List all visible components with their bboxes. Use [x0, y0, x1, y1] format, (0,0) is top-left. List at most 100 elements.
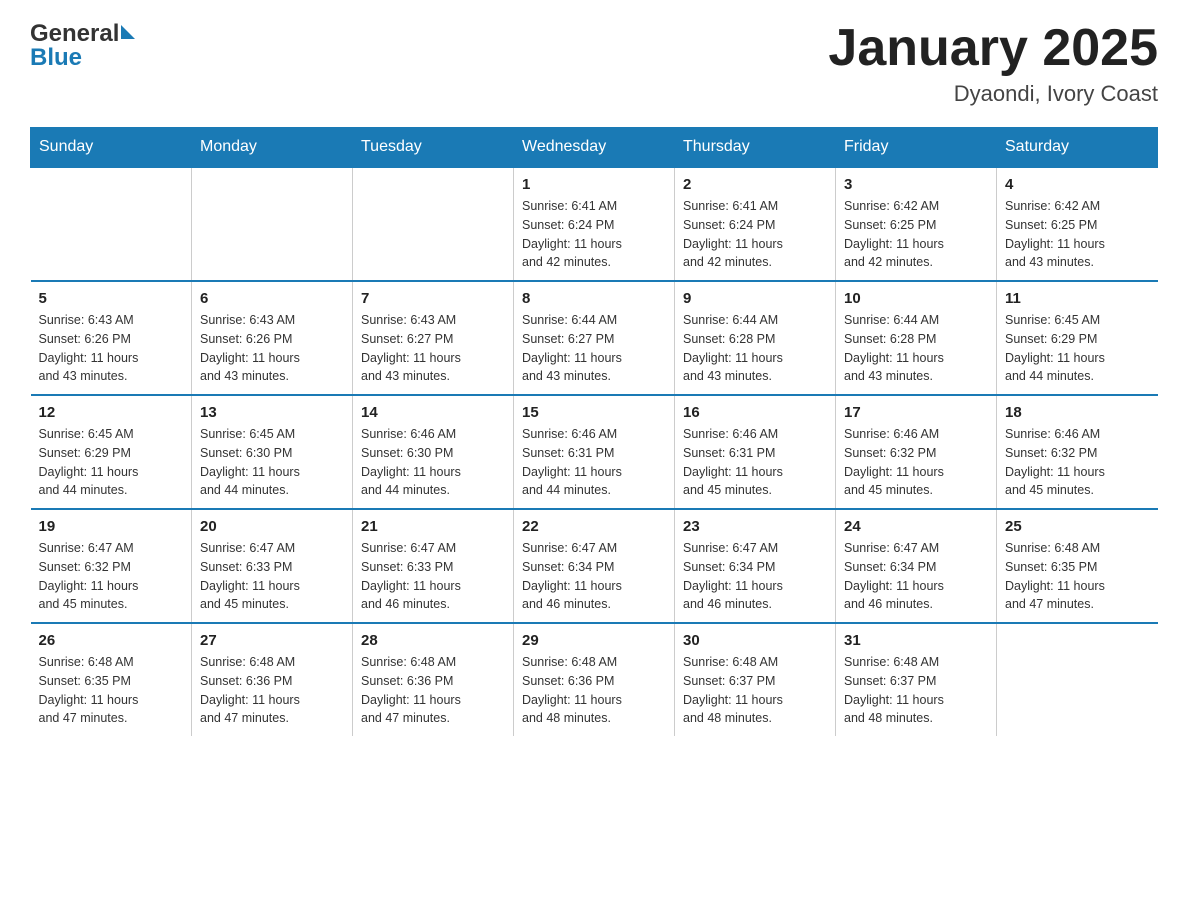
day-info: Sunrise: 6:48 AMSunset: 6:36 PMDaylight:… — [361, 653, 505, 728]
day-info: Sunrise: 6:45 AMSunset: 6:29 PMDaylight:… — [39, 425, 184, 500]
calendar-title: January 2025 — [828, 20, 1158, 77]
day-info: Sunrise: 6:47 AMSunset: 6:34 PMDaylight:… — [522, 539, 666, 614]
day-cell: 14 Sunrise: 6:46 AMSunset: 6:30 PMDayligh… — [353, 395, 514, 509]
day-number: 8 — [522, 290, 666, 307]
day-cell: 24 Sunrise: 6:47 AMSunset: 6:34 PMDayligh… — [836, 509, 997, 623]
day-number: 5 — [39, 290, 184, 307]
day-cell: 17Sunrise: 6:46 AMSunset: 6:32 PMDayligh… — [836, 395, 997, 509]
page-header: General Blue January 2025 Dyaondi, Ivory… — [30, 20, 1158, 107]
day-info: Sunrise: 6:48 AMSunset: 6:36 PMDaylight:… — [522, 653, 666, 728]
day-cell: 16 Sunrise: 6:46 AMSunset: 6:31 PMDayligh… — [675, 395, 836, 509]
day-cell: 29 Sunrise: 6:48 AMSunset: 6:36 PMDayligh… — [514, 623, 675, 736]
day-number: 25 — [1005, 518, 1150, 535]
day-cell: 3Sunrise: 6:42 AMSunset: 6:25 PMDaylight… — [836, 167, 997, 281]
day-number: 17 — [844, 404, 988, 421]
day-cell: 26Sunrise: 6:48 AMSunset: 6:35 PMDayligh… — [31, 623, 192, 736]
day-number: 1 — [522, 176, 666, 193]
day-info: Sunrise: 6:47 AMSunset: 6:33 PMDaylight:… — [361, 539, 505, 614]
day-cell: 15 Sunrise: 6:46 AMSunset: 6:31 PMDayligh… — [514, 395, 675, 509]
day-info: Sunrise: 6:44 AMSunset: 6:27 PMDaylight:… — [522, 311, 666, 386]
day-info: Sunrise: 6:42 AMSunset: 6:25 PMDaylight:… — [1005, 197, 1150, 272]
day-number: 16 — [683, 404, 827, 421]
day-info: Sunrise: 6:48 AMSunset: 6:37 PMDaylight:… — [683, 653, 827, 728]
day-number: 6 — [200, 290, 344, 307]
day-info: Sunrise: 6:47 AMSunset: 6:32 PMDaylight:… — [39, 539, 184, 614]
day-info: Sunrise: 6:46 AMSunset: 6:31 PMDaylight:… — [522, 425, 666, 500]
header-cell-monday: Monday — [192, 128, 353, 168]
day-cell: 1 Sunrise: 6:41 AMSunset: 6:24 PMDaylight… — [514, 167, 675, 281]
day-cell: 2Sunrise: 6:41 AMSunset: 6:24 PMDaylight… — [675, 167, 836, 281]
header-cell-friday: Friday — [836, 128, 997, 168]
day-number: 10 — [844, 290, 988, 307]
day-number: 19 — [39, 518, 184, 535]
day-number: 11 — [1005, 290, 1150, 307]
day-cell: 21 Sunrise: 6:47 AMSunset: 6:33 PMDayligh… — [353, 509, 514, 623]
day-number: 27 — [200, 632, 344, 649]
day-info: Sunrise: 6:48 AMSunset: 6:37 PMDaylight:… — [844, 653, 988, 728]
calendar-subtitle: Dyaondi, Ivory Coast — [828, 81, 1158, 107]
day-info: Sunrise: 6:46 AMSunset: 6:30 PMDaylight:… — [361, 425, 505, 500]
day-info: Sunrise: 6:48 AMSunset: 6:36 PMDaylight:… — [200, 653, 344, 728]
day-number: 24 — [844, 518, 988, 535]
day-cell: 19 Sunrise: 6:47 AMSunset: 6:32 PMDayligh… — [31, 509, 192, 623]
day-number: 21 — [361, 518, 505, 535]
day-cell: 4Sunrise: 6:42 AMSunset: 6:25 PMDaylight… — [997, 167, 1158, 281]
day-info: Sunrise: 6:42 AMSunset: 6:25 PMDaylight:… — [844, 197, 988, 272]
day-cell: 12 Sunrise: 6:45 AMSunset: 6:29 PMDayligh… — [31, 395, 192, 509]
calendar-header: SundayMondayTuesdayWednesdayThursdayFrid… — [31, 128, 1158, 168]
day-number: 22 — [522, 518, 666, 535]
day-cell: 23Sunrise: 6:47 AMSunset: 6:34 PMDayligh… — [675, 509, 836, 623]
day-cell: 28 Sunrise: 6:48 AMSunset: 6:36 PMDayligh… — [353, 623, 514, 736]
day-cell: 31 Sunrise: 6:48 AMSunset: 6:37 PMDayligh… — [836, 623, 997, 736]
day-info: Sunrise: 6:44 AMSunset: 6:28 PMDaylight:… — [683, 311, 827, 386]
day-cell: 25 Sunrise: 6:48 AMSunset: 6:35 PMDayligh… — [997, 509, 1158, 623]
header-cell-sunday: Sunday — [31, 128, 192, 168]
day-info: Sunrise: 6:47 AMSunset: 6:34 PMDaylight:… — [844, 539, 988, 614]
day-cell: 18 Sunrise: 6:46 AMSunset: 6:32 PMDayligh… — [997, 395, 1158, 509]
day-cell: 10 Sunrise: 6:44 AMSunset: 6:28 PMDayligh… — [836, 281, 997, 395]
day-cell: 22 Sunrise: 6:47 AMSunset: 6:34 PMDayligh… — [514, 509, 675, 623]
day-cell: 7Sunrise: 6:43 AMSunset: 6:27 PMDaylight… — [353, 281, 514, 395]
day-number: 29 — [522, 632, 666, 649]
day-info: Sunrise: 6:45 AMSunset: 6:30 PMDaylight:… — [200, 425, 344, 500]
day-number: 28 — [361, 632, 505, 649]
day-info: Sunrise: 6:41 AMSunset: 6:24 PMDaylight:… — [522, 197, 666, 272]
logo: General Blue — [30, 20, 135, 71]
day-info: Sunrise: 6:41 AMSunset: 6:24 PMDaylight:… — [683, 197, 827, 272]
day-cell: 27 Sunrise: 6:48 AMSunset: 6:36 PMDayligh… — [192, 623, 353, 736]
header-cell-tuesday: Tuesday — [353, 128, 514, 168]
day-info: Sunrise: 6:46 AMSunset: 6:32 PMDaylight:… — [1005, 425, 1150, 500]
day-number: 13 — [200, 404, 344, 421]
day-info: Sunrise: 6:44 AMSunset: 6:28 PMDaylight:… — [844, 311, 988, 386]
day-number: 12 — [39, 404, 184, 421]
day-cell: 8 Sunrise: 6:44 AMSunset: 6:27 PMDaylight… — [514, 281, 675, 395]
week-row-5: 26Sunrise: 6:48 AMSunset: 6:35 PMDayligh… — [31, 623, 1158, 736]
header-cell-wednesday: Wednesday — [514, 128, 675, 168]
day-cell — [997, 623, 1158, 736]
day-info: Sunrise: 6:43 AMSunset: 6:26 PMDaylight:… — [39, 311, 184, 386]
header-row: SundayMondayTuesdayWednesdayThursdayFrid… — [31, 128, 1158, 168]
day-info: Sunrise: 6:46 AMSunset: 6:31 PMDaylight:… — [683, 425, 827, 500]
calendar-table: SundayMondayTuesdayWednesdayThursdayFrid… — [30, 127, 1158, 736]
day-number: 31 — [844, 632, 988, 649]
day-info: Sunrise: 6:43 AMSunset: 6:26 PMDaylight:… — [200, 311, 344, 386]
day-number: 15 — [522, 404, 666, 421]
day-info: Sunrise: 6:47 AMSunset: 6:34 PMDaylight:… — [683, 539, 827, 614]
day-cell — [31, 167, 192, 281]
day-cell — [353, 167, 514, 281]
day-number: 9 — [683, 290, 827, 307]
day-info: Sunrise: 6:47 AMSunset: 6:33 PMDaylight:… — [200, 539, 344, 614]
week-row-2: 5 Sunrise: 6:43 AMSunset: 6:26 PMDaylight… — [31, 281, 1158, 395]
day-cell: 6 Sunrise: 6:43 AMSunset: 6:26 PMDaylight… — [192, 281, 353, 395]
day-number: 18 — [1005, 404, 1150, 421]
day-cell: 11Sunrise: 6:45 AMSunset: 6:29 PMDayligh… — [997, 281, 1158, 395]
day-info: Sunrise: 6:48 AMSunset: 6:35 PMDaylight:… — [1005, 539, 1150, 614]
logo-blue: Blue — [30, 44, 135, 72]
day-number: 26 — [39, 632, 184, 649]
day-number: 14 — [361, 404, 505, 421]
day-cell: 5 Sunrise: 6:43 AMSunset: 6:26 PMDaylight… — [31, 281, 192, 395]
day-number: 30 — [683, 632, 827, 649]
day-number: 20 — [200, 518, 344, 535]
day-cell — [192, 167, 353, 281]
day-cell: 9 Sunrise: 6:44 AMSunset: 6:28 PMDaylight… — [675, 281, 836, 395]
